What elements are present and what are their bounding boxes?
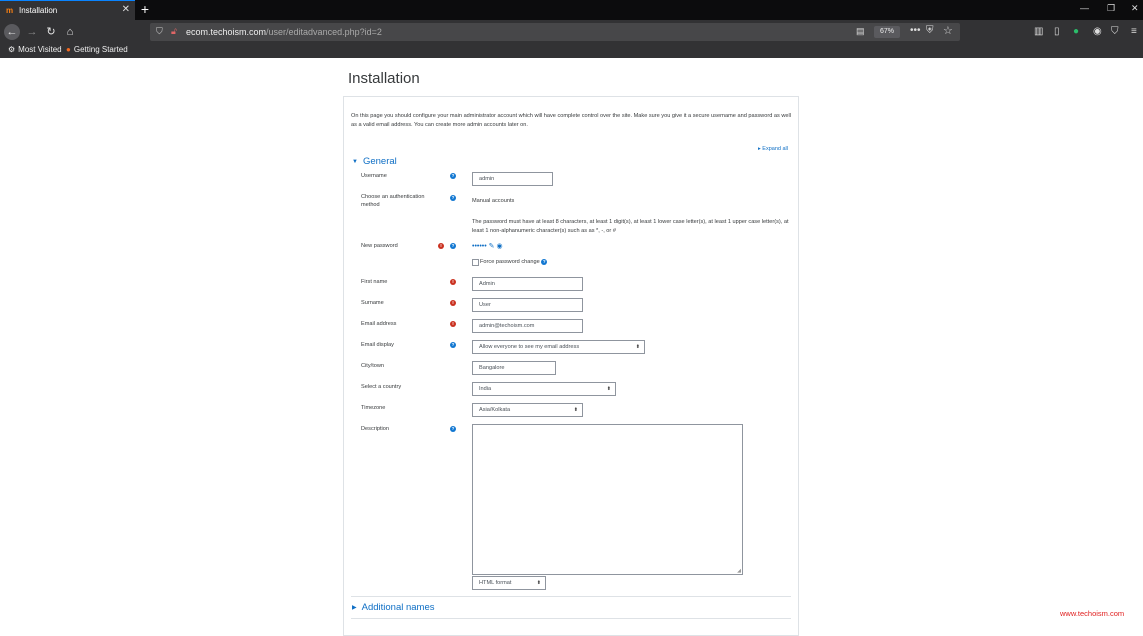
bookmark-star-icon[interactable]: ☆ xyxy=(943,24,953,37)
close-tab-icon[interactable]: ✕ xyxy=(122,4,130,15)
help-icon[interactable]: ? xyxy=(450,426,456,432)
insecure-lock-icon[interactable]: 🔓︎ xyxy=(171,26,177,37)
divider xyxy=(351,596,791,597)
pocket-icon[interactable]: ⛨ xyxy=(926,25,934,36)
browser-tab[interactable]: m Installation ✕ xyxy=(0,0,135,20)
email-display-select[interactable]: Allow everyone to see my email address ⬍ xyxy=(472,340,645,354)
timezone-select[interactable]: Asia/Kolkata ⬍ xyxy=(472,403,583,417)
zoom-level-badge[interactable]: 67% xyxy=(874,26,900,38)
gear-icon: ⚙ xyxy=(8,45,16,54)
force-password-change-checkbox[interactable] xyxy=(472,259,479,266)
reader-view-icon[interactable]: ▤ xyxy=(856,26,865,37)
email-input[interactable]: admin@techoism.com xyxy=(472,319,583,333)
sidebar-icon[interactable]: ▯ xyxy=(1054,26,1060,37)
surname-input[interactable]: User xyxy=(472,298,583,312)
dropdown-arrow-icon: ⬍ xyxy=(536,580,541,586)
username-input[interactable]: admin xyxy=(472,172,553,186)
caret-right-icon: ▶ xyxy=(352,605,357,611)
shield-icon[interactable]: ⛉ xyxy=(156,26,163,37)
password-rules-text: The password must have at least 8 charac… xyxy=(472,219,789,234)
required-icon: ! xyxy=(438,243,444,249)
navigation-toolbar: ← → ↻ ⌂ ⛉ 🔓︎ ecom.techoism.com/user/edit… xyxy=(0,20,1143,44)
dropdown-arrow-icon: ⬍ xyxy=(573,407,578,413)
home-icon[interactable]: ⌂ xyxy=(62,24,78,40)
forward-icon[interactable]: → xyxy=(24,24,40,40)
caret-down-icon: ▼ xyxy=(352,159,358,165)
first-name-label: First name xyxy=(361,279,388,285)
section-general-header[interactable]: ▼ General xyxy=(352,156,397,167)
tab-bar: m Installation ✕ + — ❐ ✕ xyxy=(0,0,1143,20)
account-icon[interactable]: ◉ xyxy=(1093,26,1102,37)
country-select[interactable]: India ⬍ xyxy=(472,382,616,396)
country-label: Select a country xyxy=(361,384,402,390)
moodle-icon: m xyxy=(6,6,14,15)
timezone-label: Timezone xyxy=(361,405,386,411)
help-icon[interactable]: ? xyxy=(450,243,456,249)
description-textarea[interactable]: ◢ xyxy=(472,424,743,575)
expand-all-link[interactable]: ▸ Expand all xyxy=(758,146,788,152)
watermark: www.techoism.com xyxy=(1060,609,1125,618)
city-input[interactable]: Bangalore xyxy=(472,361,556,375)
tab-title: Installation xyxy=(19,6,58,15)
pencil-icon[interactable]: ✎ xyxy=(489,243,495,250)
help-icon[interactable]: ? xyxy=(450,173,456,179)
reload-icon[interactable]: ↻ xyxy=(43,24,59,40)
format-select[interactable]: HTML format ⬍ xyxy=(472,576,546,590)
menu-icon[interactable]: ≡ xyxy=(1131,26,1137,37)
more-actions-icon[interactable]: ••• xyxy=(910,25,921,36)
username-label: Username xyxy=(361,173,387,179)
close-window-icon[interactable]: ✕ xyxy=(1131,3,1139,14)
city-label: City/town xyxy=(361,363,385,369)
surname-label: Surname xyxy=(361,300,384,306)
description-label: Description xyxy=(361,426,389,432)
firefox-icon: ● xyxy=(66,45,71,54)
url-bar[interactable]: ⛉ 🔓︎ ecom.techoism.com/user/editadvanced… xyxy=(150,23,960,41)
email-display-label: Email display xyxy=(361,342,394,348)
minimize-icon[interactable]: — xyxy=(1080,3,1089,13)
first-name-input[interactable]: Admin xyxy=(472,277,583,291)
bookmarks-toolbar: ⚙ Most Visited ● Getting Started xyxy=(0,44,1143,58)
resize-grip-icon[interactable]: ◢ xyxy=(737,568,741,574)
grammarly-icon[interactable]: ● xyxy=(1073,26,1079,37)
dropdown-arrow-icon: ⬍ xyxy=(606,386,611,392)
help-icon[interactable]: ? xyxy=(541,259,548,265)
intro-text: On this page you should configure your m… xyxy=(351,113,791,128)
required-icon: ! xyxy=(450,300,456,306)
library-icon[interactable]: ▥ xyxy=(1034,26,1043,37)
divider xyxy=(351,618,791,619)
bookmark-most-visited[interactable]: ⚙ Most Visited xyxy=(8,45,62,54)
new-password-field[interactable]: •••••• ✎ ◉ xyxy=(472,242,503,250)
auth-method-label: Choose an authentication method xyxy=(361,194,425,208)
required-icon: ! xyxy=(450,321,456,327)
new-tab-button[interactable]: + xyxy=(139,1,151,17)
eye-icon[interactable]: ◉ xyxy=(497,243,503,250)
email-label: Email address xyxy=(361,321,397,327)
force-password-change-label: Force password change ? xyxy=(480,259,548,265)
help-icon[interactable]: ? xyxy=(450,342,456,348)
back-icon[interactable]: ← xyxy=(4,24,20,40)
dropdown-arrow-icon: ⬍ xyxy=(635,344,640,350)
password-mask: •••••• xyxy=(472,243,487,250)
page-title: Installation xyxy=(348,70,420,87)
url-text[interactable]: ecom.techoism.com/user/editadvanced.php?… xyxy=(186,27,382,37)
new-password-label: New password xyxy=(361,243,398,249)
section-additional-names-header[interactable]: ▶ Additional names xyxy=(352,602,435,613)
required-icon: ! xyxy=(450,279,456,285)
help-icon[interactable]: ? xyxy=(450,195,456,201)
auth-method-value: Manual accounts xyxy=(472,198,515,204)
restore-icon[interactable]: ❐ xyxy=(1107,3,1115,14)
extension-shield-icon[interactable]: ⛉ xyxy=(1111,26,1119,37)
bookmark-getting-started[interactable]: ● Getting Started xyxy=(66,45,128,54)
